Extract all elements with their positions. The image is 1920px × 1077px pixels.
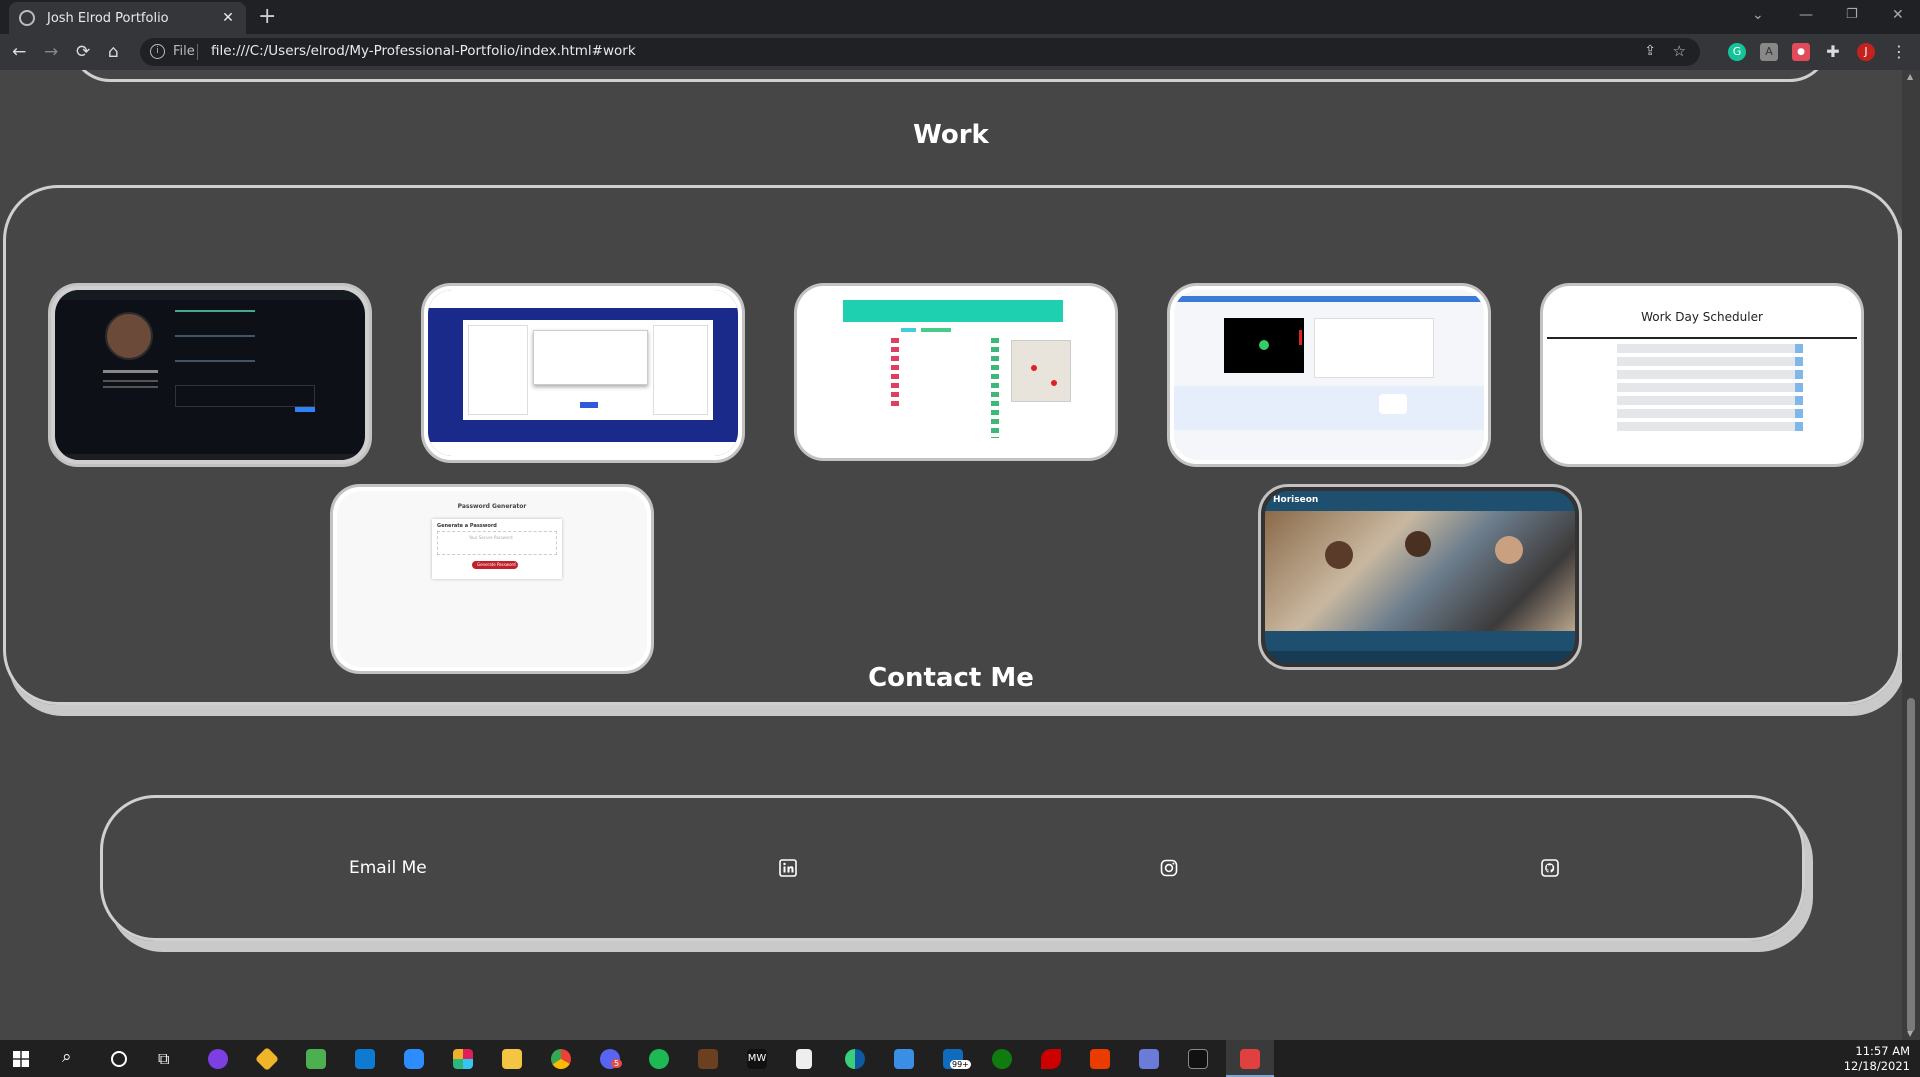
omnibox-divider: [197, 44, 198, 60]
page-scrollbar[interactable]: ▲ ▼: [1902, 70, 1920, 1040]
browser-tab[interactable]: Josh Elrod Portfolio ✕: [9, 2, 246, 34]
info-icon[interactable]: i: [150, 44, 165, 59]
contact-panel: Email Me: [100, 795, 1805, 941]
minimize-icon[interactable]: —: [1799, 7, 1813, 23]
generate-button-label: Generate Password: [477, 562, 516, 567]
restore-icon[interactable]: ❐: [1846, 7, 1858, 22]
app-icon-purple[interactable]: [208, 1049, 228, 1069]
project-card-quiz[interactable]: [421, 283, 745, 463]
office-icon[interactable]: [1090, 1049, 1110, 1069]
github-desktop-icon[interactable]: [1240, 1049, 1260, 1069]
zoom-icon[interactable]: [404, 1049, 424, 1069]
scrollbar-thumb[interactable]: [1907, 698, 1915, 1032]
menu-icon[interactable]: ⋮: [1890, 43, 1908, 61]
screen-recorder-icon[interactable]: ●: [1792, 43, 1810, 61]
url-scheme: File: [173, 44, 195, 59]
chrome-icon[interactable]: [551, 1049, 571, 1069]
mail-badge: 99+: [950, 1060, 971, 1069]
grammarly-icon[interactable]: G: [1728, 43, 1746, 61]
tab-strip: Josh Elrod Portfolio ✕ + ⌄ — ❐ ✕: [0, 0, 1920, 34]
vscode-icon[interactable]: [355, 1049, 375, 1069]
back-icon[interactable]: ←: [12, 42, 26, 62]
close-tab-icon[interactable]: ✕: [220, 10, 236, 26]
scheduler-title: Work Day Scheduler: [1641, 310, 1763, 324]
project-card-space-pong[interactable]: [1167, 283, 1491, 467]
share-icon[interactable]: ⇪: [1644, 43, 1656, 59]
file-explorer-icon[interactable]: [502, 1049, 522, 1069]
password-generator-title: Password Generator: [457, 503, 527, 510]
notepad-icon[interactable]: [796, 1049, 812, 1069]
new-tab-button[interactable]: +: [258, 5, 276, 29]
clock-time: 11:57 AM: [1855, 1044, 1910, 1058]
instagram-icon[interactable]: [1160, 859, 1178, 877]
contact-heading: Contact Me: [868, 663, 1034, 693]
work-panel: Work Day Scheduler Password Generator Ge…: [3, 185, 1901, 705]
linkedin-icon[interactable]: [779, 859, 797, 877]
windows-start-icon[interactable]: [13, 1051, 29, 1067]
system-clock[interactable]: 11:57 AM 12/18/2021: [1844, 1044, 1910, 1074]
reload-icon[interactable]: ⟳: [76, 42, 90, 62]
email-me-link[interactable]: Email Me: [349, 858, 427, 878]
edge-icon[interactable]: [845, 1049, 865, 1069]
clock-date: 12/18/2021: [1843, 1059, 1910, 1073]
home-icon[interactable]: ⌂: [108, 42, 119, 62]
mw-icon[interactable]: MW: [747, 1049, 767, 1069]
spotify-icon[interactable]: [649, 1049, 669, 1069]
profile-avatar[interactable]: J: [1857, 43, 1875, 61]
forward-icon[interactable]: →: [44, 42, 58, 62]
red-app-icon[interactable]: [1041, 1049, 1061, 1069]
url-text[interactable]: file:///C:/Users/elrod/My-Professional-P…: [211, 43, 636, 59]
globe-icon: [19, 10, 35, 26]
password-placeholder: Your Secure Password: [469, 535, 513, 540]
calculator-icon[interactable]: [1139, 1049, 1159, 1069]
gitkraken-icon[interactable]: [254, 1046, 280, 1072]
cortana-icon[interactable]: [111, 1051, 127, 1067]
node-icon[interactable]: [306, 1049, 326, 1069]
project-card-password-generator[interactable]: Password Generator Generate a Password Y…: [330, 484, 654, 674]
task-view-icon[interactable]: ⧉: [158, 1049, 169, 1069]
generate-subtitle: Generate a Password: [437, 523, 497, 529]
search-icon[interactable]: ⌕: [62, 1047, 72, 1067]
browser-toolbar: ← → ⟳ ⌂ i File file:///C:/Users/elrod/My…: [0, 34, 1920, 70]
discord-badge: 5: [611, 1059, 623, 1068]
minecraft-icon[interactable]: [698, 1049, 718, 1069]
project-card-whats-for-dinner[interactable]: [794, 283, 1118, 461]
store-icon[interactable]: [894, 1049, 914, 1069]
bookmark-star-icon[interactable]: ☆: [1673, 42, 1686, 60]
close-window-icon[interactable]: ✕: [1892, 7, 1904, 23]
scroll-up-icon[interactable]: ▲: [1907, 72, 1913, 81]
web-page: Work Work Day Scheduler Password Generat…: [0, 70, 1902, 1040]
project-card-work-day-scheduler[interactable]: Work Day Scheduler: [1540, 283, 1864, 467]
windows-taskbar: ⌕ ⧉ 5 MW 99+ 11:57 AM 12/18/2021: [0, 1040, 1920, 1077]
horiseon-logo: Horiseon: [1273, 495, 1319, 505]
project-card-github-profile[interactable]: [48, 283, 372, 467]
address-bar[interactable]: i File file:///C:/Users/elrod/My-Profess…: [140, 38, 1700, 66]
profile-photo: [105, 312, 153, 360]
tab-search-icon[interactable]: ⌄: [1752, 7, 1764, 23]
previous-section-border: [70, 70, 1830, 82]
slack-icon[interactable]: [453, 1049, 473, 1069]
extension-icon[interactable]: A: [1760, 43, 1778, 61]
work-heading: Work: [913, 120, 989, 150]
github-icon[interactable]: [1541, 859, 1559, 877]
terminal-icon[interactable]: [1188, 1049, 1208, 1069]
tab-title: Josh Elrod Portfolio: [47, 10, 169, 26]
extensions-puzzle-icon[interactable]: ✚: [1824, 43, 1842, 61]
scroll-down-icon[interactable]: ▼: [1907, 1029, 1913, 1038]
project-card-horiseon[interactable]: Horiseon: [1258, 484, 1582, 670]
xbox-icon[interactable]: [992, 1049, 1012, 1069]
